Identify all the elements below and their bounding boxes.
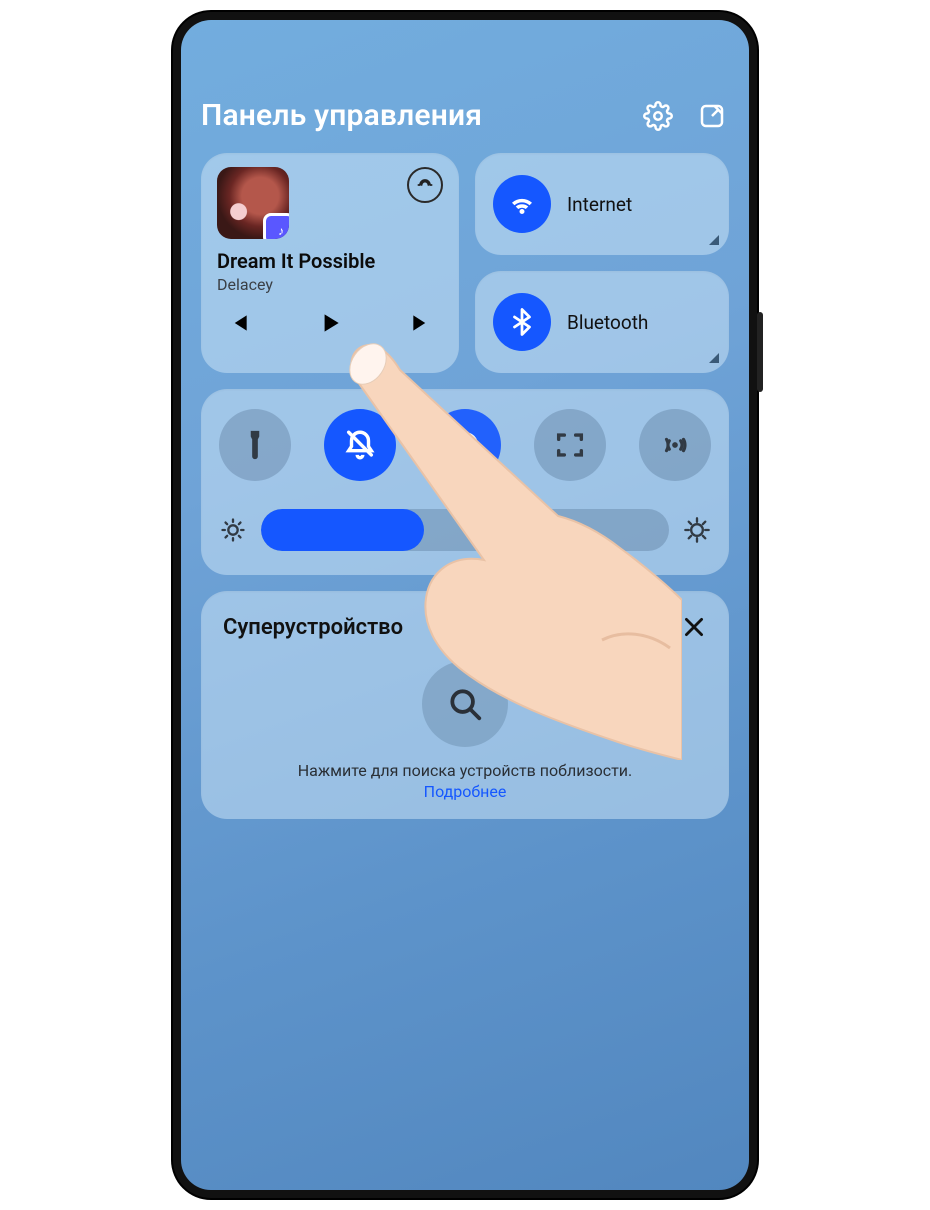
next-icon[interactable] xyxy=(407,308,437,338)
super-device-card: Суперустройство Нажмите для поиска устро… xyxy=(201,591,729,819)
super-device-hint: Нажмите для поиска устройств поблизости. xyxy=(223,761,707,780)
settings-icon[interactable] xyxy=(641,99,675,133)
brightness-track[interactable] xyxy=(261,509,669,551)
bluetooth-icon xyxy=(493,293,551,351)
edit-icon[interactable] xyxy=(695,99,729,133)
flashlight-toggle[interactable] xyxy=(219,409,291,481)
rotation-toggle[interactable] xyxy=(429,409,501,481)
brightness-fill xyxy=(261,509,424,551)
bluetooth-label: Bluetooth xyxy=(567,311,648,334)
previous-icon[interactable] xyxy=(223,308,253,338)
music-app-icon: ♪ xyxy=(271,221,289,239)
super-device-title: Суперустройство xyxy=(223,615,403,640)
scan-icon[interactable] xyxy=(631,613,659,641)
track-title: Dream It Possible xyxy=(217,249,443,273)
learn-more-link[interactable]: Подробнее xyxy=(223,782,707,801)
music-card[interactable]: ♪ Dream It Possible Delacey xyxy=(201,153,459,373)
brightness-slider[interactable] xyxy=(219,509,711,551)
wifi-tile[interactable]: Internet xyxy=(475,153,729,255)
search-devices-button[interactable] xyxy=(422,661,508,747)
screenshot-toggle[interactable] xyxy=(534,409,606,481)
phone-frame: Панель управления ♪ xyxy=(173,12,757,1198)
play-icon[interactable] xyxy=(315,308,345,338)
wifi-label: Internet xyxy=(567,193,632,216)
audio-output-icon[interactable] xyxy=(407,167,443,203)
hotspot-toggle[interactable] xyxy=(639,409,711,481)
track-artist: Delacey xyxy=(217,275,443,294)
header-actions xyxy=(641,99,729,133)
brightness-high-icon xyxy=(683,516,711,544)
bluetooth-tile[interactable]: Bluetooth xyxy=(475,271,729,373)
screen: Панель управления ♪ xyxy=(181,20,749,1190)
quick-toggles xyxy=(201,389,729,575)
header: Панель управления xyxy=(201,98,729,133)
album-art: ♪ xyxy=(217,167,289,239)
close-icon[interactable] xyxy=(681,614,707,640)
wifi-icon xyxy=(493,175,551,233)
page-title: Панель управления xyxy=(201,98,482,133)
brightness-low-icon xyxy=(219,516,247,544)
mute-toggle[interactable] xyxy=(324,409,396,481)
